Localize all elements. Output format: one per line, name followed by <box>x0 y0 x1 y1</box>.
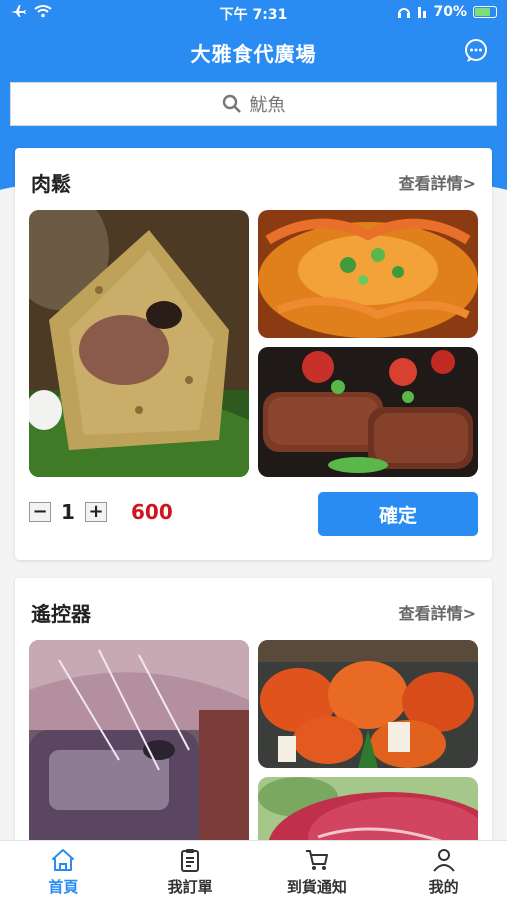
product-image-zongzi[interactable] <box>29 210 249 477</box>
decrement-button[interactable]: − <box>29 502 51 522</box>
tab-my-orders[interactable]: 我訂單 <box>127 841 254 900</box>
quantity-value: 1 <box>61 500 75 524</box>
product-image-steak[interactable] <box>258 347 478 477</box>
product-title: 肉鬆 <box>31 172 71 196</box>
cart-icon <box>305 850 328 870</box>
battery-icon <box>473 6 497 18</box>
search-icon <box>222 94 241 113</box>
search-bar[interactable]: 魷魚 <box>10 82 497 126</box>
tab-home[interactable]: 首頁 <box>0 841 127 900</box>
price: 600 <box>131 500 173 524</box>
battery-percent: 70% <box>433 4 467 20</box>
status-right: 70% <box>397 4 497 20</box>
confirm-button[interactable]: 確定 <box>318 492 478 536</box>
tab-label: 我的 <box>428 878 459 896</box>
increment-button[interactable]: + <box>85 502 107 522</box>
chat-bubble-icon[interactable] <box>463 38 489 64</box>
tab-label: 我訂單 <box>167 878 213 896</box>
clipboard-icon <box>181 849 200 872</box>
tab-arrival-notice[interactable]: 到貨通知 <box>254 841 381 900</box>
bottom-tab-bar: 首頁 我訂單 到貨通知 我的 <box>0 840 507 900</box>
view-details-link[interactable]: 查看詳情> <box>399 600 476 624</box>
page-title: 大雅食代廣場 <box>190 42 317 66</box>
product-image-carwash[interactable] <box>29 640 249 858</box>
tab-profile[interactable]: 我的 <box>380 841 507 900</box>
product-image-crabs-market[interactable] <box>258 640 478 768</box>
user-icon <box>432 849 455 872</box>
tab-label: 首頁 <box>48 878 79 896</box>
status-bar: 下午 7:31 70% <box>0 0 507 26</box>
signal-icon <box>418 7 427 18</box>
view-details-link[interactable]: 查看詳情> <box>399 170 476 194</box>
home-icon <box>52 849 75 871</box>
quantity-stepper: − 1 + 600 <box>29 500 173 524</box>
headphones-icon <box>398 8 411 18</box>
search-placeholder: 魷魚 <box>249 95 286 116</box>
product-title: 遙控器 <box>31 602 91 626</box>
product-card: 遙控器 查看詳情> <box>15 578 492 858</box>
product-card: 肉鬆 查看詳情> − 1 + 600 確定 <box>15 148 492 560</box>
tab-label: 到貨通知 <box>286 878 347 896</box>
product-image-crab[interactable] <box>258 210 478 338</box>
app-header: 大雅食代廣場 <box>0 32 507 72</box>
